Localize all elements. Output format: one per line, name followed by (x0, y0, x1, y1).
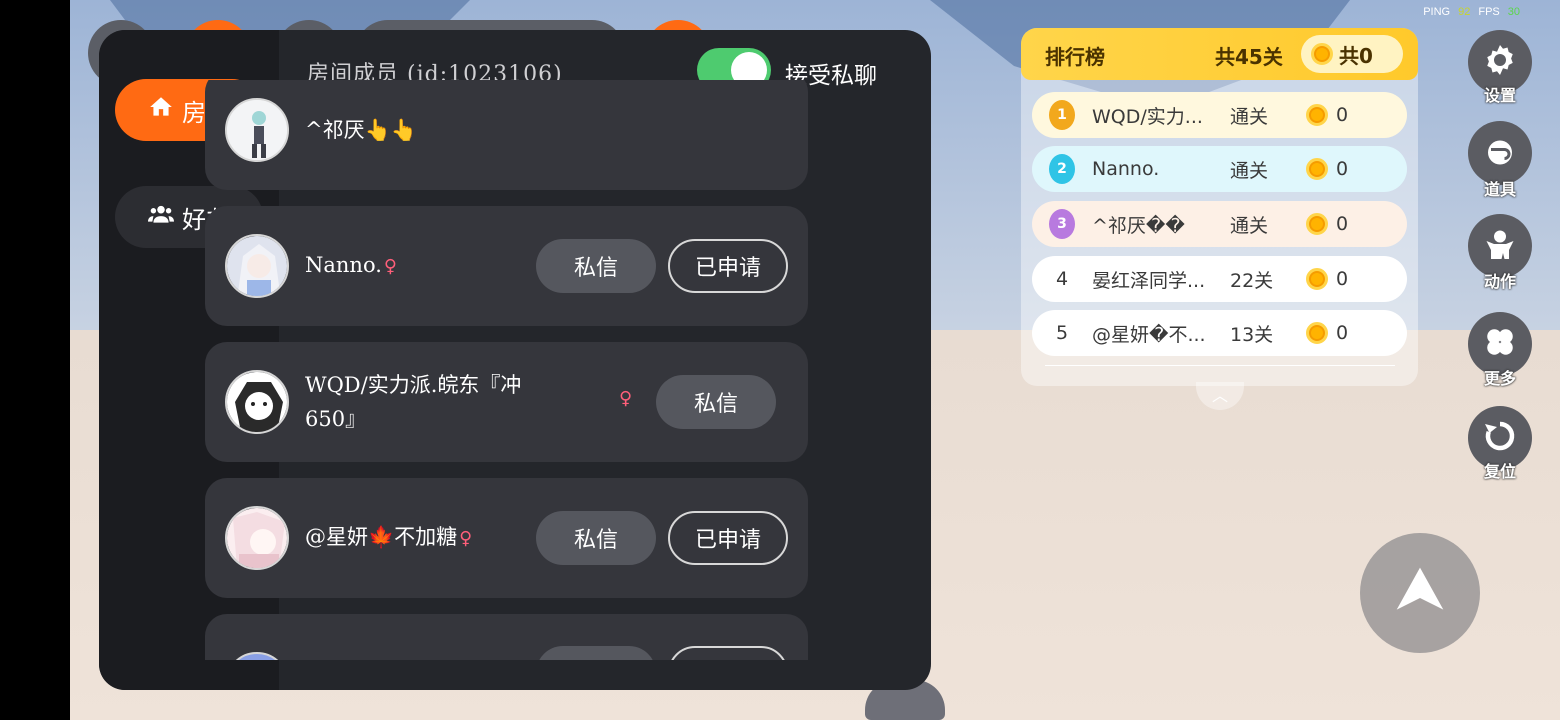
silver-medal-icon: 2 (1049, 154, 1075, 184)
female-icon: ♀ (619, 388, 633, 409)
player-coins: 0 (1306, 268, 1348, 290)
ping-label: PING (1423, 6, 1451, 18)
list-item: @星妍🍁不加糖 ♀ 私信 已申请 (205, 478, 808, 598)
player-coins: 0 (1306, 104, 1348, 126)
leaderboard-row: 4 晏红泽同学... 22关 0 (1032, 256, 1407, 302)
gear-icon (1482, 42, 1518, 82)
items-label: 道具 (1483, 180, 1516, 199)
list-item: Nanno. ♀ 私信 已申请 (205, 206, 808, 326)
private-message-button[interactable]: 私信 (536, 511, 656, 565)
divider (1045, 365, 1395, 366)
total-coins: 共0 (1339, 43, 1373, 68)
settings-label: 设置 (1483, 86, 1516, 105)
chevron-up-icon: ︿ (1211, 386, 1228, 405)
avatar (225, 652, 289, 660)
female-icon: ♀ (459, 528, 473, 549)
reset-label: 复位 (1483, 462, 1516, 481)
player-status: 13关 (1230, 323, 1274, 346)
coin-icon (1306, 104, 1328, 126)
rank: 4 (1055, 268, 1069, 290)
player-status: 通关 (1230, 214, 1269, 237)
list-item (205, 614, 808, 660)
rank: 3 (1032, 209, 1092, 239)
leaderboard-row: 2 Nanno. 通关 0 (1032, 146, 1407, 192)
member-name-line1: WQD/实力派.皖东『冲 (305, 373, 522, 397)
leaderboard-header: 排行榜 共45关 共0 (1021, 28, 1418, 80)
member-name-text: Nanno. (305, 253, 382, 277)
total-levels: 共45关 (1215, 45, 1283, 69)
player-coins: 0 (1306, 213, 1348, 235)
more-label: 更多 (1483, 369, 1516, 388)
avatar (225, 98, 289, 162)
friends-icon (148, 201, 174, 233)
coin-count: 0 (1336, 322, 1349, 344)
member-list[interactable]: ^祁厌👆👆 Nanno. ♀ 私信 已申请 WQD/实力派.皖东『冲 650』 ♀… (205, 80, 808, 660)
rank: 5 (1055, 322, 1069, 344)
player-coins: 0 (1306, 158, 1348, 180)
bronze-medal-icon: 3 (1049, 209, 1075, 239)
applied-button[interactable] (668, 646, 788, 660)
fps-label: FPS (1478, 6, 1500, 18)
player-name: @星妍�不... (1092, 323, 1206, 346)
rank: 1 (1032, 100, 1092, 130)
member-name-text: ^祁厌👆👆 (305, 118, 417, 142)
player-status: 通关 (1230, 159, 1269, 182)
private-message-button[interactable] (536, 646, 656, 660)
leaderboard-title: 排行榜 (1045, 45, 1105, 69)
leaderboard: 排行榜 共45关 共0 1 WQD/实力... 通关 0 2 Nanno. 通关… (1021, 28, 1418, 386)
coin-icon (1311, 43, 1333, 65)
leaderboard-row: 3 ^祁厌�� 通关 0 (1032, 201, 1407, 247)
leaderboard-row: 5 @星妍�不... 13关 0 (1032, 310, 1407, 356)
status-bar: PING 92 FPS 30 (1423, 6, 1520, 18)
item-icon (1482, 133, 1518, 173)
member-name: Nanno. ♀ (305, 248, 397, 284)
coin-icon (1306, 158, 1328, 180)
rank: 2 (1032, 154, 1092, 184)
avatar (225, 234, 289, 298)
coin-count: 0 (1336, 158, 1349, 180)
arrow-up-icon (1392, 563, 1448, 623)
player-name: ^祁厌�� (1092, 214, 1185, 237)
female-icon: ♀ (383, 256, 398, 277)
player-name: Nanno. (1092, 158, 1160, 180)
list-item: ^祁厌👆👆 (205, 80, 808, 190)
coin-icon (1306, 213, 1328, 235)
coin-count: 0 (1336, 213, 1349, 235)
applied-button[interactable]: 已申请 (668, 239, 788, 293)
total-coins-badge: 共0 (1301, 35, 1403, 73)
list-item: WQD/实力派.皖东『冲 650』 ♀ 私信 (205, 342, 808, 462)
player-status: 22关 (1230, 269, 1274, 292)
player-name: 晏红泽同学... (1092, 269, 1206, 292)
private-message-button[interactable]: 私信 (656, 375, 776, 429)
member-name: @星妍🍁不加糖 ♀ (305, 520, 472, 556)
coin-icon (1306, 322, 1328, 344)
actions-label: 动作 (1483, 272, 1516, 291)
clover-icon (1483, 325, 1517, 363)
ping-value: 92 (1458, 6, 1471, 18)
player-status: 通关 (1230, 105, 1269, 128)
figure-icon (1482, 226, 1518, 266)
coin-count: 0 (1336, 104, 1349, 126)
leaderboard-row: 1 WQD/实力... 通关 0 (1032, 92, 1407, 138)
applied-button[interactable]: 已申请 (668, 511, 788, 565)
avatar (225, 506, 289, 570)
member-name: WQD/实力派.皖东『冲 650』 (305, 368, 575, 436)
jump-button[interactable] (1360, 533, 1480, 653)
home-icon (148, 94, 174, 126)
reset-icon (1482, 418, 1518, 458)
member-name-text: @星妍🍁不加糖 (305, 525, 458, 549)
fps-value: 30 (1507, 6, 1520, 18)
player-coins: 0 (1306, 322, 1348, 344)
private-message-button[interactable]: 私信 (536, 239, 656, 293)
gold-medal-icon: 1 (1049, 100, 1075, 130)
coin-icon (1306, 268, 1328, 290)
coin-count: 0 (1336, 268, 1349, 290)
avatar (225, 370, 289, 434)
player-name: WQD/实力... (1092, 105, 1203, 128)
member-name: ^祁厌👆👆 (305, 113, 417, 147)
member-name-line2: 650』 (305, 407, 367, 431)
